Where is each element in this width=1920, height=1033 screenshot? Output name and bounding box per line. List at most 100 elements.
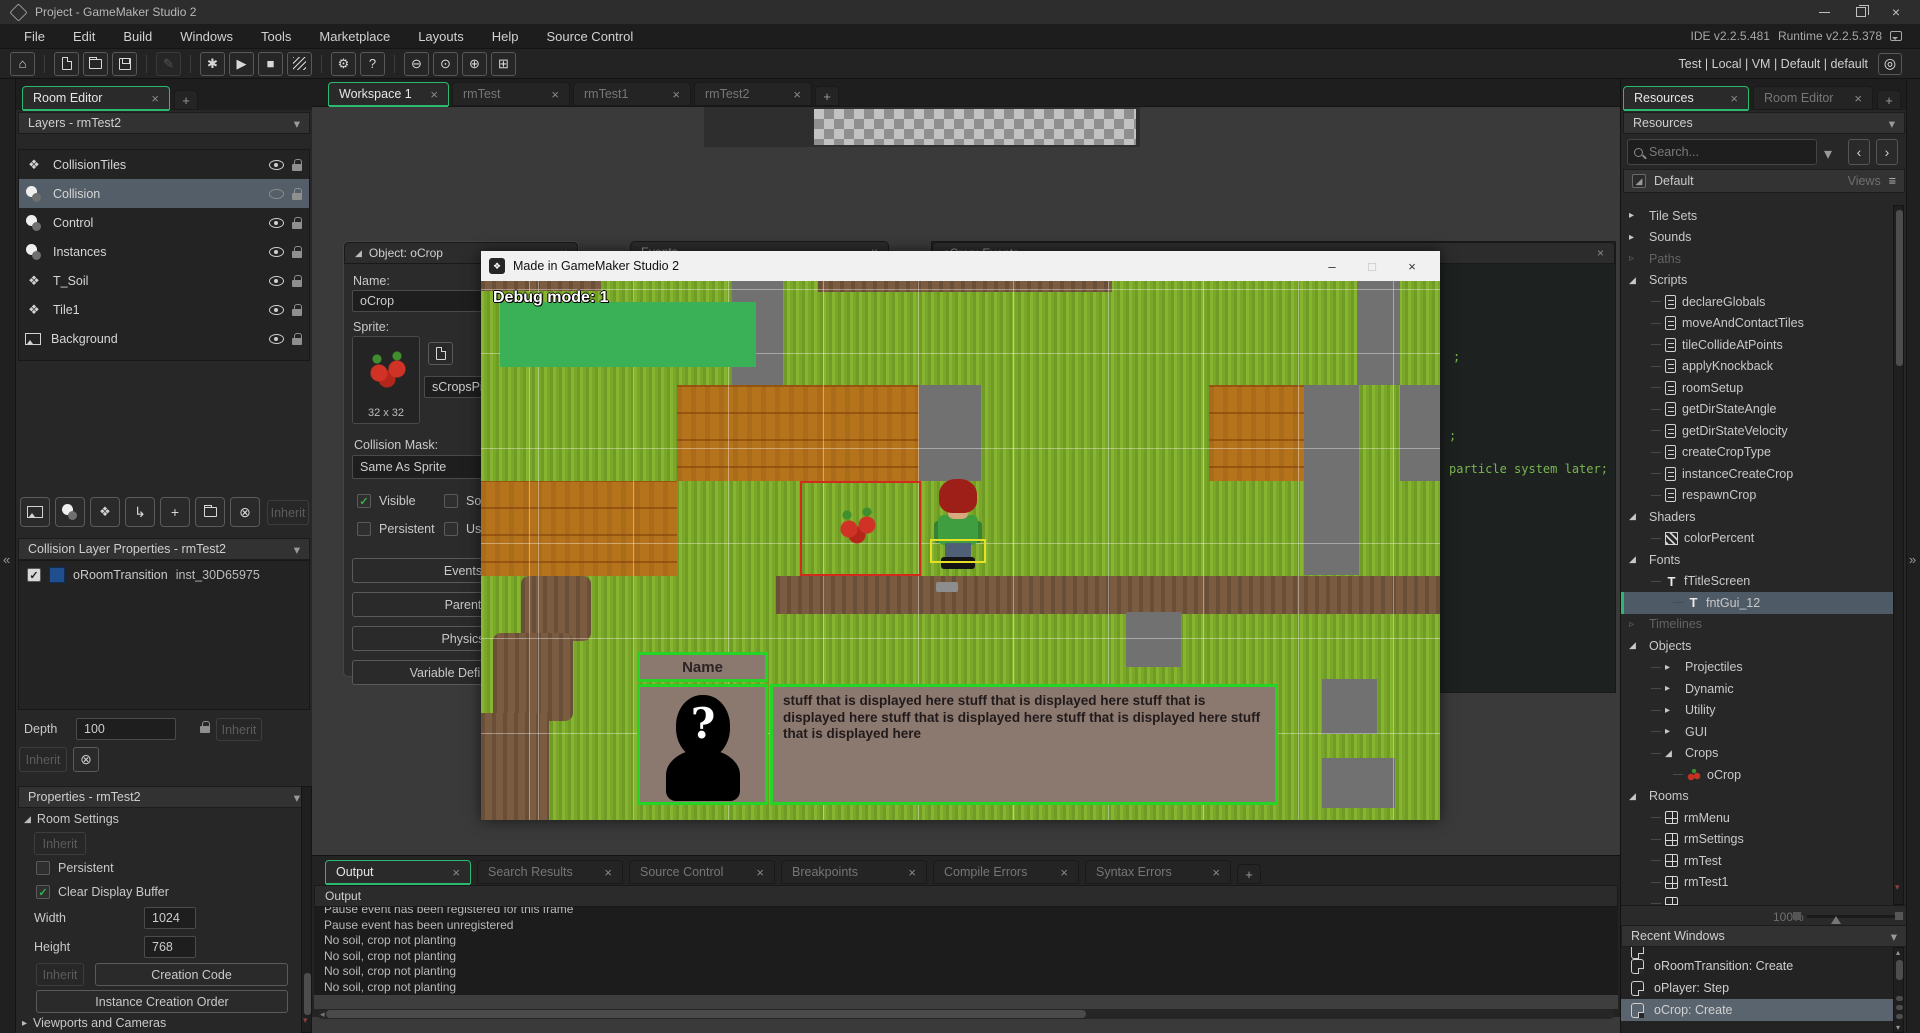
- menu-file[interactable]: File: [10, 29, 59, 44]
- tree-script-tilecollideatpoints[interactable]: tileCollideAtPoints: [1621, 334, 1893, 356]
- settings-button[interactable]: [331, 52, 356, 76]
- menu-marketplace[interactable]: Marketplace: [305, 29, 404, 44]
- close-icon[interactable]: [452, 865, 460, 880]
- menu-help[interactable]: Help: [478, 29, 533, 44]
- tree-room-rmtest[interactable]: rmTest: [1621, 850, 1893, 872]
- add-instance-layer-button[interactable]: [55, 497, 85, 527]
- tree-room-partial[interactable]: [1621, 893, 1893, 905]
- run-button[interactable]: [229, 52, 254, 76]
- restore-icon[interactable]: [1856, 7, 1866, 17]
- visibility-eye-icon[interactable]: [269, 334, 284, 344]
- add-tile-layer-button[interactable]: [90, 497, 120, 527]
- layers-header[interactable]: Layers - rmTest2: [18, 112, 310, 134]
- tree-room-rmmenu[interactable]: rmMenu: [1621, 807, 1893, 829]
- lock-icon[interactable]: [292, 275, 303, 287]
- tree-sounds[interactable]: Sounds: [1621, 227, 1893, 249]
- zoom-reset-button[interactable]: [433, 52, 458, 76]
- target-manager-icon[interactable]: [1878, 53, 1902, 75]
- search-options-icon[interactable]: [1824, 144, 1832, 164]
- stop-button[interactable]: [258, 52, 283, 76]
- collapse-left-icon[interactable]: [3, 552, 10, 567]
- tree-script-moveandcontacttiles[interactable]: moveAndContactTiles: [1621, 313, 1893, 335]
- resources-header[interactable]: Resources: [1623, 112, 1905, 134]
- game-maximize-icon[interactable]: □: [1352, 259, 1392, 274]
- persistent-checkbox[interactable]: [36, 861, 50, 875]
- tree-script-applyknockback[interactable]: applyKnockback: [1621, 356, 1893, 378]
- solid-checkbox[interactable]: [444, 494, 458, 508]
- default-view-row[interactable]: Default Views: [1623, 169, 1905, 193]
- close-icon[interactable]: [672, 87, 680, 102]
- tree-script-getdirstatevelocity[interactable]: getDirStateVelocity: [1621, 420, 1893, 442]
- zoom-slider[interactable]: [1807, 915, 1899, 918]
- sprite-preview-box[interactable]: 32 x 32: [352, 336, 420, 424]
- tree-script-instancecreatecrop[interactable]: instanceCreateCrop: [1621, 463, 1893, 485]
- tree-shaders[interactable]: Shaders: [1621, 506, 1893, 528]
- game-close-icon[interactable]: [1392, 259, 1432, 274]
- properties-header[interactable]: Properties - rmTest2: [18, 786, 310, 808]
- build-config-text[interactable]: Test | Local | VM | Default | default: [1679, 57, 1868, 71]
- tab-rmtest1[interactable]: rmTest1: [573, 82, 691, 106]
- close-icon[interactable]: [908, 865, 916, 880]
- tree-objects[interactable]: Objects: [1621, 635, 1893, 657]
- depth-input[interactable]: 100: [76, 718, 176, 740]
- views-menu-icon[interactable]: [1889, 174, 1896, 188]
- tree-paths[interactable]: Paths: [1621, 248, 1893, 270]
- visibility-eye-icon[interactable]: [269, 305, 284, 315]
- recent-oplayer-step[interactable]: oPlayer: Step: [1621, 977, 1893, 999]
- tab-room-editor-right[interactable]: Room Editor: [1753, 86, 1873, 110]
- visibility-eye-icon[interactable]: [269, 218, 284, 228]
- collision-layer-properties-header[interactable]: Collision Layer Properties - rmTest2: [18, 538, 310, 560]
- recent-scrollbar[interactable]: [1893, 947, 1904, 1033]
- tree-object-ocrop[interactable]: oCrop: [1621, 764, 1893, 786]
- tree-objects-gui[interactable]: GUI: [1621, 721, 1893, 743]
- search-input[interactable]: Search...: [1627, 139, 1817, 165]
- close-icon[interactable]: [1730, 91, 1738, 106]
- lock-icon[interactable]: [292, 188, 303, 200]
- visible-checkbox[interactable]: [357, 494, 371, 508]
- close-icon[interactable]: [551, 87, 559, 102]
- close-icon[interactable]: [604, 865, 612, 880]
- log-selected-row[interactable]: [314, 995, 1618, 1009]
- close-icon[interactable]: [756, 865, 764, 880]
- close-icon[interactable]: [1892, 7, 1900, 17]
- menu-edit[interactable]: Edit: [59, 29, 109, 44]
- tab-source-control[interactable]: Source Control: [629, 860, 775, 884]
- left-panel-scrollbar[interactable]: [301, 786, 312, 1033]
- expand-right-icon[interactable]: [1909, 552, 1916, 567]
- clean-button[interactable]: [287, 52, 312, 76]
- tree-rooms[interactable]: Rooms: [1621, 786, 1893, 808]
- viewports-row[interactable]: Viewports and Cameras: [22, 1016, 166, 1030]
- zoom-out-button[interactable]: [404, 52, 429, 76]
- recent-oroomtransition-create[interactable]: oRoomTransition: Create: [1621, 955, 1893, 977]
- new-tab-button[interactable]: [1877, 90, 1901, 110]
- width-input[interactable]: 1024: [144, 907, 196, 929]
- add-background-layer-button[interactable]: [20, 497, 50, 527]
- minimize-icon[interactable]: [1819, 12, 1830, 13]
- search-prev-button[interactable]: [1848, 139, 1870, 165]
- instance-color-swatch[interactable]: [49, 567, 65, 583]
- tree-script-getdirstateangle[interactable]: getDirStateAngle: [1621, 399, 1893, 421]
- tree-script-declareglobals[interactable]: declareGlobals: [1621, 291, 1893, 313]
- add-layer-folder-button[interactable]: [195, 497, 225, 527]
- persistent-checkbox[interactable]: [357, 522, 371, 536]
- layer-control[interactable]: Control: [19, 208, 309, 237]
- game-window-titlebar[interactable]: Made in GameMaker Studio 2 – □: [481, 251, 1440, 281]
- help-button[interactable]: [360, 52, 385, 76]
- tab-workspace-1[interactable]: Workspace 1: [328, 82, 449, 106]
- close-icon[interactable]: [430, 87, 438, 102]
- add-path-layer-button[interactable]: [125, 497, 155, 527]
- menu-windows[interactable]: Windows: [166, 29, 247, 44]
- visibility-eye-off-icon[interactable]: [269, 189, 284, 199]
- close-icon[interactable]: [793, 87, 801, 102]
- tree-objects-crops[interactable]: Crops: [1621, 743, 1893, 765]
- game-viewport[interactable]: Debug mode: 1 Name ? stuff that is displ…: [481, 281, 1440, 820]
- creation-code-button[interactable]: Creation Code: [95, 963, 288, 986]
- open-project-button[interactable]: [83, 52, 108, 76]
- tab-room-editor[interactable]: Room Editor: [22, 86, 170, 110]
- menu-build[interactable]: Build: [109, 29, 166, 44]
- room-settings-row[interactable]: Room Settings: [24, 812, 119, 826]
- scroll-down-icon[interactable]: [1896, 1023, 1900, 1032]
- tree-objects-projectiles[interactable]: Projectiles: [1621, 657, 1893, 679]
- scroll-down-icon[interactable]: [303, 1015, 308, 1026]
- layer-collision[interactable]: Collision: [19, 179, 309, 208]
